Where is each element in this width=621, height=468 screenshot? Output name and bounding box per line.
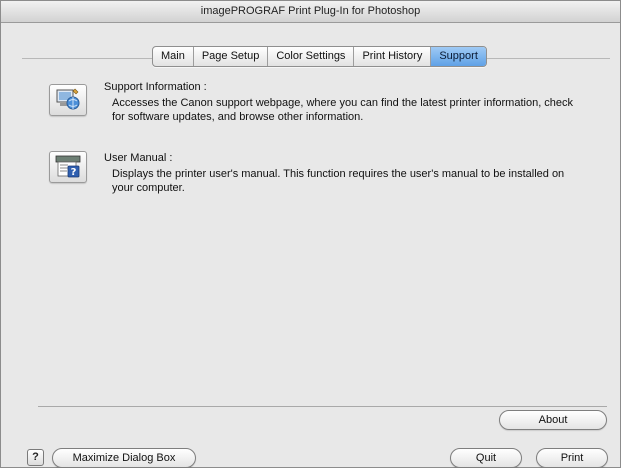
tab-bar: Main Page Setup Color Settings Print His…: [152, 46, 487, 67]
plugin-window: imagePROGRAF Print Plug-In for Photoshop…: [0, 0, 621, 468]
tab-support[interactable]: Support: [431, 47, 486, 66]
tab-print-history[interactable]: Print History: [354, 47, 432, 66]
support-info-title: Support Information :: [104, 81, 207, 93]
about-button[interactable]: About: [499, 410, 607, 430]
svg-text:?: ?: [71, 167, 77, 178]
user-manual-title: User Manual :: [104, 152, 173, 164]
maximize-dialog-button[interactable]: Maximize Dialog Box: [52, 448, 196, 468]
window-title: imagePROGRAF Print Plug-In for Photoshop: [1, 1, 620, 23]
print-button[interactable]: Print: [536, 448, 608, 468]
user-manual-description: Displays the printer user's manual. This…: [112, 168, 565, 194]
tab-main[interactable]: Main: [153, 47, 194, 66]
support-globe-icon[interactable]: [49, 84, 87, 116]
user-manual-icon[interactable]: ?: [49, 151, 87, 183]
quit-button[interactable]: Quit: [450, 448, 522, 468]
support-info-description: Accesses the Canon support webpage, wher…: [112, 97, 574, 123]
panel-divider: [38, 406, 607, 407]
tab-color-settings[interactable]: Color Settings: [268, 47, 355, 66]
help-icon[interactable]: ?: [27, 449, 44, 466]
tab-page-setup[interactable]: Page Setup: [194, 47, 269, 66]
